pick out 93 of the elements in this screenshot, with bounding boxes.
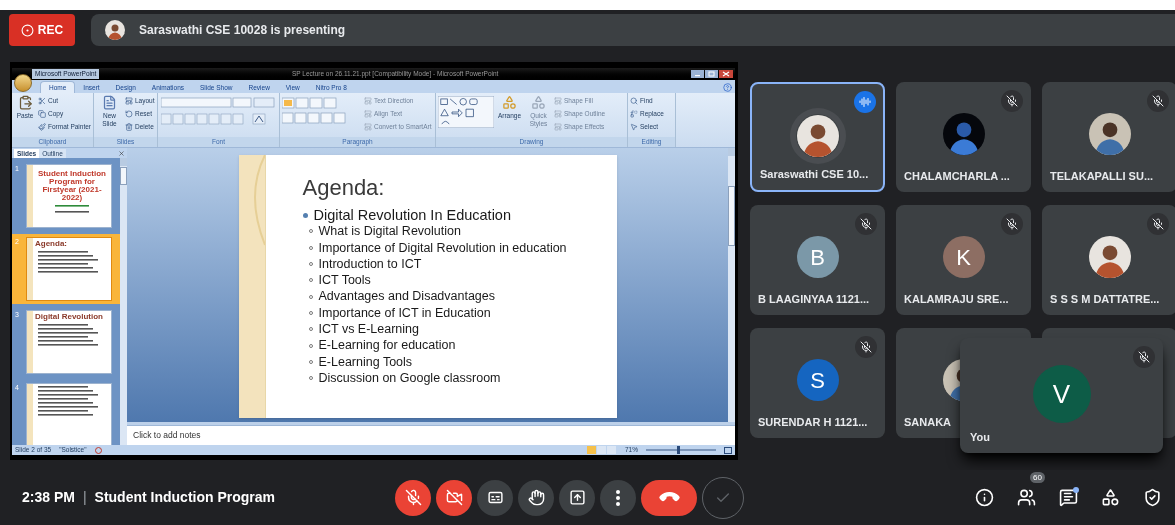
bullet-text: Importance of ICT in Education bbox=[318, 304, 491, 322]
bullet-text: Digital Revolution In Education bbox=[313, 207, 511, 224]
avatar: B bbox=[796, 236, 839, 278]
participant-name: CHALAMCHARLA ... bbox=[904, 168, 1010, 184]
participant-name: You bbox=[970, 429, 990, 445]
scissors-icon bbox=[38, 96, 46, 105]
bullet-text: ICT vs E-Learning bbox=[318, 321, 419, 338]
thumbnail-text-lines bbox=[38, 251, 98, 273]
layout-icon bbox=[554, 122, 562, 131]
close-icon[interactable] bbox=[118, 150, 125, 157]
participant-name: TELAKAPALLI SU... bbox=[1050, 168, 1154, 184]
bullet-text: Discussion on Google classroom bbox=[318, 369, 501, 387]
shapes-icon bbox=[502, 95, 517, 110]
paste-icon bbox=[17, 95, 33, 110]
participant-name: SURENDAR H 1121... bbox=[758, 414, 868, 430]
avatar: K bbox=[942, 236, 985, 278]
delete-icon bbox=[125, 122, 133, 131]
present-button[interactable] bbox=[559, 479, 595, 516]
participant-name: SANAKA bbox=[904, 414, 952, 430]
people-icon bbox=[1016, 488, 1036, 507]
microphone-button[interactable] bbox=[395, 479, 431, 516]
participant-name: Saraswathi CSE 10... bbox=[760, 166, 869, 182]
mic-off-icon bbox=[1147, 90, 1169, 112]
thumbnail-text-lines bbox=[55, 205, 89, 213]
scrollbar[interactable] bbox=[728, 148, 735, 422]
shapes-icon bbox=[531, 95, 546, 110]
bullet-text: Introduction to ICT bbox=[318, 255, 422, 273]
layout-icon bbox=[364, 96, 372, 105]
speaking-icon bbox=[854, 91, 876, 113]
participant-name: KALAMRAJU SRE... bbox=[904, 291, 1009, 307]
view-buttons-drawing bbox=[587, 446, 617, 454]
layout-icon bbox=[364, 109, 372, 118]
bullet-text: E-Learning Tools bbox=[318, 353, 413, 370]
notes-field[interactable]: Click to add notes bbox=[127, 425, 735, 445]
slide-icon bbox=[102, 95, 117, 110]
bullet-text: What is Digital Revolution bbox=[318, 223, 461, 240]
copy-icon bbox=[38, 109, 46, 118]
participant-count: 60 bbox=[1030, 471, 1045, 483]
thumbnail-title: Digital Revolution bbox=[35, 313, 104, 321]
hand-icon bbox=[527, 489, 545, 506]
mic-off-icon bbox=[855, 336, 877, 358]
slide-title: Agenda: bbox=[302, 175, 386, 201]
avatar: S bbox=[796, 359, 839, 401]
shapes-gallery-drawing bbox=[438, 96, 494, 128]
thumbnail-text-lines bbox=[38, 386, 98, 416]
participant-name: B LAAGINYAA 1121... bbox=[758, 291, 870, 307]
fit-to-window-icon[interactable] bbox=[724, 446, 732, 454]
host-controls-icon bbox=[1142, 488, 1162, 507]
recording-label: REC bbox=[37, 22, 64, 39]
avatar: V bbox=[1032, 365, 1091, 423]
end-call-button[interactable] bbox=[641, 479, 697, 516]
more-options-button[interactable] bbox=[600, 479, 636, 516]
raise-hand-button[interactable] bbox=[518, 479, 554, 516]
replace-icon bbox=[630, 109, 638, 118]
present-icon bbox=[568, 489, 586, 506]
thumbnail-text-lines bbox=[38, 324, 98, 346]
bullet-text: ICT Tools bbox=[318, 272, 371, 289]
bullet-icon bbox=[302, 212, 308, 218]
layout-icon bbox=[554, 96, 562, 105]
presenting-text: Saraswathi CSE 10028 is presenting bbox=[139, 22, 346, 39]
window-controls-drawing bbox=[691, 69, 733, 79]
thumbnail-title: Student Induction Program for Firstyear (2021-2022) bbox=[37, 170, 107, 202]
mic-off-icon bbox=[1133, 346, 1155, 368]
mic-off-icon bbox=[1001, 213, 1023, 235]
camera-off-icon bbox=[445, 489, 463, 506]
mic-off-icon bbox=[404, 489, 422, 506]
scrollbar[interactable] bbox=[120, 158, 127, 445]
separator: | bbox=[82, 488, 87, 507]
bullet-text: Advantages and Disadvantages bbox=[318, 288, 495, 305]
record-icon bbox=[20, 23, 34, 37]
layout-icon bbox=[125, 96, 133, 105]
layout-icon bbox=[554, 109, 562, 118]
mic-off-icon bbox=[1001, 90, 1023, 112]
bullet-text: Importance of Digital Revolution in education bbox=[318, 239, 567, 256]
captions-button[interactable] bbox=[477, 479, 513, 516]
bullet-text: E-Learning for education bbox=[318, 337, 456, 354]
mic-off-icon bbox=[855, 213, 877, 235]
activities-icon bbox=[1100, 488, 1120, 507]
meeting-time: 2:38 PM bbox=[22, 488, 75, 507]
captions-icon bbox=[486, 489, 504, 506]
search-icon bbox=[630, 96, 638, 105]
reset-icon bbox=[125, 109, 133, 118]
mic-off-icon bbox=[1147, 213, 1169, 235]
layout-icon bbox=[364, 122, 372, 131]
paintbrush-icon bbox=[38, 122, 46, 131]
meeting-title: Student Induction Program bbox=[94, 488, 275, 507]
thumbnail-title: Agenda: bbox=[35, 240, 68, 248]
pointer-icon bbox=[630, 122, 638, 131]
more-icon bbox=[616, 489, 620, 506]
participant-name: S S S M DATTATRE... bbox=[1050, 291, 1160, 307]
camera-button[interactable] bbox=[436, 479, 472, 516]
info-icon bbox=[974, 488, 994, 507]
chat-icon bbox=[1058, 488, 1078, 507]
